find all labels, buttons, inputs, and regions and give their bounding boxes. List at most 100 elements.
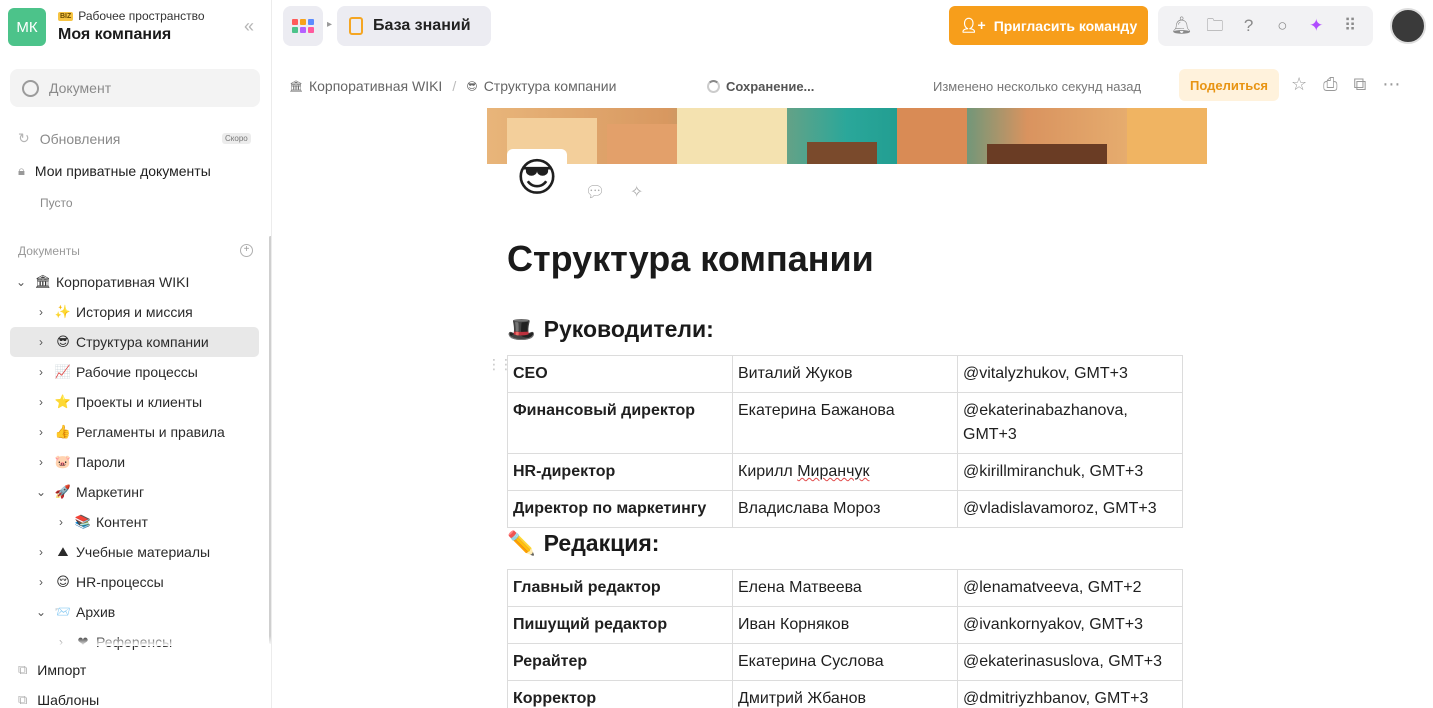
handle-cell[interactable]: @kirillmiranchuk, GMT+3	[957, 453, 1183, 491]
templates-icon: ⧉	[18, 692, 28, 707]
handle-cell[interactable]: @vladislavamoroz, GMT+3	[957, 490, 1183, 528]
comment-icon[interactable]: 💬︎	[585, 182, 605, 202]
sidebar-private-docs[interactable]: 🔒︎ Мои приватные документы	[18, 163, 211, 179]
section-heading-leaders[interactable]: 🎩 Руководители:	[507, 316, 714, 343]
handle-cell[interactable]: @ekaterinabazhanova, GMT+3	[957, 392, 1183, 454]
role-cell[interactable]: Корректор	[507, 680, 733, 708]
person-cell[interactable]: Дмитрий Жбанов	[732, 680, 958, 708]
ai-sparkle-icon[interactable]: ✧	[630, 182, 643, 202]
user-avatar[interactable]	[1390, 8, 1426, 44]
sidebar-import[interactable]: ⧉ Импорт	[18, 662, 86, 678]
person-cell[interactable]: Кирилл Миранчук	[732, 453, 958, 491]
editorial-table: Главный редактор Елена Матвеева @lenamatve…	[507, 569, 1183, 708]
section-heading-leaders-text: Руководители:	[543, 316, 714, 342]
sidebar-tree-item[interactable]: › 👍 Регламенты и правила	[10, 417, 259, 447]
sidebar-scrollbar[interactable]	[269, 236, 271, 644]
person-cell[interactable]: Елена Матвеева	[732, 569, 958, 607]
sidebar-tree-item[interactable]: › ⛰ Учебные материалы	[10, 537, 259, 567]
sidebar-search-input[interactable]: Документ	[10, 69, 260, 107]
cover-building	[807, 142, 877, 164]
pencil-icon: ✏️	[507, 530, 536, 556]
table-row: Корректор Дмитрий Жбанов @dmitriyzhbanov, …	[507, 680, 1183, 708]
chevron-right-icon[interactable]: ›	[34, 335, 48, 349]
sidebar-tree-item[interactable]: ⌄ 🏛 Корпоративная WIKI	[10, 267, 259, 297]
cover-image[interactable]	[487, 108, 1207, 164]
folder-icon[interactable]: 🗀	[1205, 16, 1225, 36]
chevron-down-icon[interactable]: ⌄	[14, 275, 28, 289]
role-cell[interactable]: Рерайтер	[507, 643, 733, 681]
knowledge-base-button[interactable]: База знаний	[337, 6, 491, 46]
sidebar-tree-item[interactable]: › ⭐ Проекты и клиенты	[10, 387, 259, 417]
workspace-name[interactable]: Моя компания	[58, 26, 171, 44]
more-icon[interactable]: ⋯	[1382, 74, 1400, 95]
sidebar-tree-item[interactable]: › 📚 Контент	[10, 507, 259, 537]
handle-cell[interactable]: @lenamatveeva, GMT+2	[957, 569, 1183, 607]
role-cell[interactable]: CEO	[507, 355, 733, 393]
handle-cell[interactable]: @ivankornyakov, GMT+3	[957, 606, 1183, 644]
sidebar-tree-item[interactable]: › 📈 Рабочие процессы	[10, 357, 259, 387]
role-cell[interactable]: Пишущий редактор	[507, 606, 733, 644]
tree-item-emoji-icon: 🚀	[54, 484, 72, 499]
person-cell[interactable]: Иван Корняков	[732, 606, 958, 644]
chevron-right-icon[interactable]: ›	[34, 305, 48, 319]
star-icon[interactable]: ☆	[1291, 74, 1307, 95]
person-cell[interactable]: Владислава Мороз	[732, 490, 958, 528]
help-icon[interactable]: ?	[1239, 16, 1259, 36]
role-cell[interactable]: Директор по маркетингу	[507, 490, 733, 528]
private-docs-label: Мои приватные документы	[34, 163, 211, 179]
person-cell[interactable]: Виталий Жуков	[732, 355, 958, 393]
workspace-header[interactable]: МК BIZ Рабочее пространство Моя компания…	[8, 8, 264, 46]
section-heading-editorial[interactable]: ✏️ Редакция:	[507, 530, 659, 557]
chevron-right-icon[interactable]: ›	[34, 365, 48, 379]
bell-icon[interactable]: 🔔︎	[1171, 16, 1193, 36]
chevron-down-icon[interactable]: ⌄	[34, 485, 48, 499]
sidebar-tree-item[interactable]: › 🐷 Пароли	[10, 447, 259, 477]
print-icon[interactable]: ⎙	[1323, 74, 1337, 95]
chevron-right-icon[interactable]: ›	[34, 425, 48, 439]
handle-cell[interactable]: @ekaterinasuslova, GMT+3	[957, 643, 1183, 681]
handle-cell[interactable]: @dmitriyzhbanov, GMT+3	[957, 680, 1183, 708]
sidebar-updates[interactable]: ↻ Обновления	[18, 130, 120, 147]
workspace-avatar[interactable]: МК	[8, 8, 46, 46]
private-empty-label: Пусто	[40, 196, 73, 210]
chevron-down-icon[interactable]: ⌄	[34, 605, 48, 619]
role-cell[interactable]: Финансовый директор	[507, 392, 733, 454]
sidebar-tree-item[interactable]: ⌄ 🚀 Маркетинг	[10, 477, 259, 507]
sidebar-tree-item[interactable]: › 😎 Структура компании	[10, 327, 259, 357]
invite-team-button[interactable]: 👤︎+ Пригласить команду	[949, 6, 1148, 45]
role-cell[interactable]: Главный редактор	[507, 569, 733, 607]
copy-icon[interactable]: ⧉	[1354, 74, 1367, 95]
page-emoji[interactable]: 😎	[507, 149, 567, 207]
share-button[interactable]: Поделиться	[1179, 69, 1279, 101]
sidebar: МК BIZ Рабочее пространство Моя компания…	[0, 0, 272, 708]
sidebar-templates[interactable]: ⧉ Шаблоны	[18, 692, 99, 708]
add-document-icon[interactable]: +	[240, 244, 253, 257]
chevron-right-icon[interactable]: ›	[54, 515, 68, 529]
handle-cell[interactable]: @vitalyzhukov, GMT+3	[957, 355, 1183, 393]
sidebar-tree-item[interactable]: › ✨ История и миссия	[10, 297, 259, 327]
person-cell[interactable]: Екатерина Бажанова	[732, 392, 958, 454]
chevron-right-icon[interactable]: ›	[34, 455, 48, 469]
apps-grid-button[interactable]	[283, 6, 323, 46]
sidebar-tree-item[interactable]: › 😌 HR-процессы	[10, 567, 259, 597]
collapse-sidebar-icon[interactable]: «	[244, 16, 254, 37]
breadcrumb-current[interactable]: Структура компании	[484, 78, 617, 94]
sparkle-icon[interactable]: ✦	[1306, 16, 1326, 36]
chevron-right-icon[interactable]: ›	[34, 395, 48, 409]
person-cell[interactable]: Екатерина Суслова	[732, 643, 958, 681]
breadcrumb-root[interactable]: Корпоративная WIKI	[309, 78, 442, 94]
chevron-right-icon[interactable]: ›	[34, 575, 48, 589]
sidebar-tree-item[interactable]: ⌄ 📨 Архив	[10, 597, 259, 627]
apps-icon[interactable]: ⠿	[1340, 16, 1360, 36]
apps-grid-icon	[292, 19, 314, 33]
tree-fade	[0, 636, 271, 646]
cover-building	[1127, 108, 1207, 164]
role-cell[interactable]: HR-директор	[507, 453, 733, 491]
chevron-right-icon[interactable]: ›	[34, 545, 48, 559]
search-icon[interactable]: ○	[1272, 16, 1292, 36]
page-title[interactable]: Структура компании	[507, 238, 874, 280]
biz-badge: BIZ	[58, 11, 74, 21]
section-heading-editorial-text: Редакция:	[543, 530, 660, 556]
tree-item-emoji-icon: ✨	[54, 304, 72, 319]
cover-building	[987, 144, 1107, 164]
